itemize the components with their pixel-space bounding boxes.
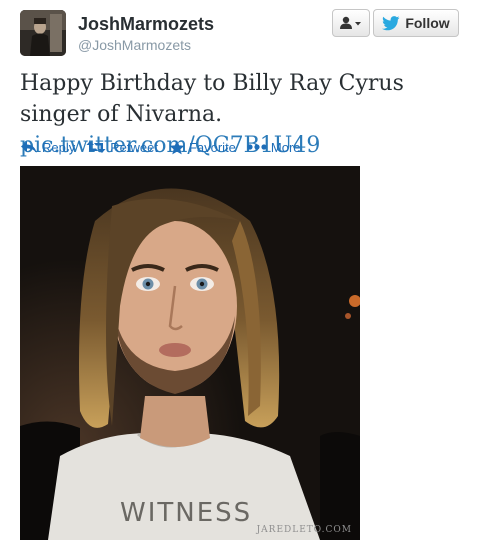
tweet-actions: Reply Retweet Favorite More: [20, 138, 312, 156]
tweet-card: JoshMarmozets @JoshMarmozets Follow Happ…: [0, 0, 482, 552]
user-actions-button[interactable]: [332, 9, 370, 37]
more-label: More: [270, 139, 301, 155]
user-dropdown-icon: [340, 16, 361, 29]
tweet-body: Happy Birthday to Billy Ray Cyrus singer…: [20, 71, 404, 127]
favorite-label: Favorite: [188, 139, 236, 155]
reply-button[interactable]: Reply: [20, 140, 75, 155]
favorite-button[interactable]: Favorite: [169, 140, 236, 155]
photo-watermark: JAREDLETO.COM: [256, 525, 352, 535]
twitter-bird-icon: [382, 15, 400, 30]
avatar[interactable]: [20, 10, 66, 56]
photo-image: WITNESS: [20, 166, 360, 540]
follow-button-label: Follow: [405, 15, 450, 31]
more-button[interactable]: More: [247, 140, 301, 155]
retweet-button[interactable]: Retweet: [86, 140, 158, 155]
more-dots-icon: [247, 144, 267, 150]
username-handle[interactable]: @JoshMarmozets: [78, 36, 191, 54]
retweet-icon: [86, 141, 106, 153]
retweet-label: Retweet: [110, 139, 158, 155]
shirt-text: WITNESS: [120, 498, 252, 528]
star-icon: [169, 140, 185, 154]
follow-button[interactable]: Follow: [373, 9, 459, 37]
reply-icon: [21, 141, 37, 153]
tweet-photo[interactable]: WITNESS JAREDLETO.COM: [20, 166, 360, 540]
display-name[interactable]: JoshMarmozets: [78, 14, 214, 34]
reply-label: Reply: [42, 139, 76, 155]
avatar-image: [20, 10, 66, 56]
